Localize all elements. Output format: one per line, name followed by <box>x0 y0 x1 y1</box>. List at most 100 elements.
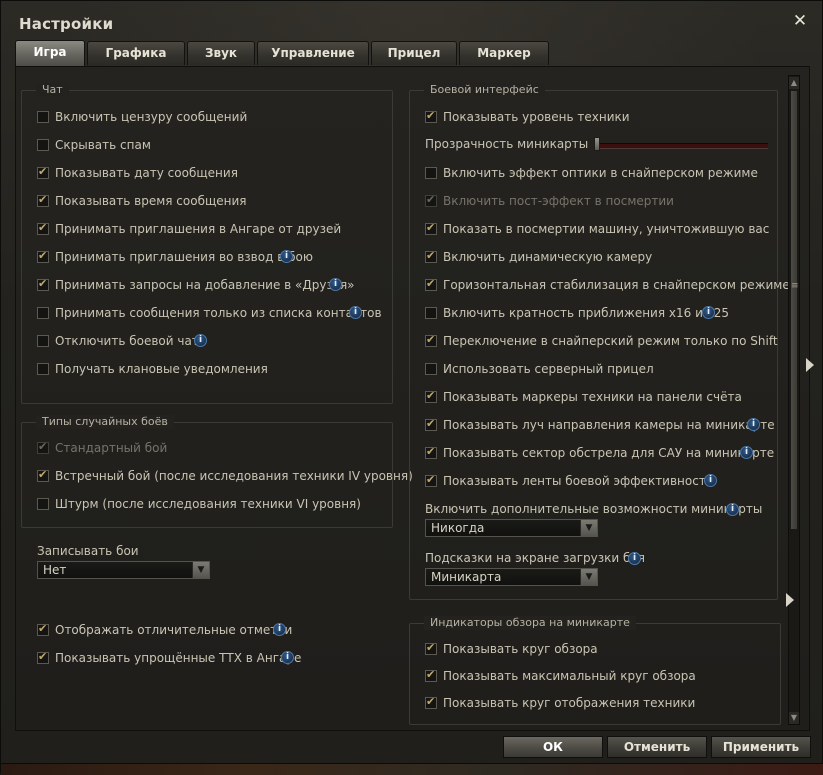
checkbox[interactable] <box>425 363 437 375</box>
info-icon[interactable]: i <box>280 250 293 263</box>
loading-hints-dropdown-value: Миникарта <box>431 570 502 584</box>
close-icon[interactable]: ✕ <box>792 13 808 30</box>
checkbox-label: Показывать время сообщения <box>55 194 247 208</box>
checkbox[interactable] <box>425 695 437 709</box>
checkbox-label: Показывать максимальный круг обзора <box>443 669 696 683</box>
info-icon[interactable]: i <box>704 474 717 487</box>
checkbox[interactable] <box>425 389 437 403</box>
info-icon[interactable]: i <box>747 418 760 431</box>
scroll-grip-icon: ≡ <box>791 281 799 291</box>
checkbox-label: Включить цензуру сообщений <box>55 110 248 124</box>
minimap-transparency-slider-handle[interactable] <box>594 137 600 151</box>
checkbox[interactable] <box>37 650 49 664</box>
checkbox-label: Показывать ленты боевой эффективности <box>443 474 714 488</box>
tab-controls[interactable]: Управление <box>257 41 369 65</box>
chevron-down-icon: ▼ <box>580 520 597 536</box>
checkbox-label: Показывать луч направления камеры на мин… <box>443 418 775 432</box>
minimap-transparency-label: Прозрачность миникарты <box>425 137 589 151</box>
checkbox[interactable] <box>37 165 49 179</box>
ok-button[interactable]: ОК <box>503 736 603 758</box>
tab-marker[interactable]: Маркер <box>459 41 549 65</box>
settings-window: Настройки ✕ Игра Графика Звук Управление… <box>0 0 823 775</box>
minimap-transparency-slider-track[interactable] <box>598 143 768 149</box>
checkbox-label: Принимать приглашения во взвод в бою <box>55 250 313 264</box>
checkbox-label: Отключить боевой чат <box>55 334 199 348</box>
checkbox[interactable] <box>37 498 49 510</box>
tab-graphics[interactable]: Графика <box>87 41 185 65</box>
checkbox-label: Принимать приглашения в Ангаре от друзей <box>55 222 342 236</box>
checkbox-label: Включить эффект оптики в снайперском реж… <box>443 166 758 180</box>
checkbox-label: Встречный бой (после исследования техник… <box>55 469 413 483</box>
checkbox[interactable] <box>425 668 437 682</box>
minimap-indicators-group-title: Индикаторы обзора на миникарте <box>424 616 636 630</box>
scroll-up-icon[interactable]: ▲ <box>789 77 799 89</box>
scrollbar[interactable]: ▲ ≡ ▼ <box>788 75 800 725</box>
checkbox[interactable] <box>425 473 437 487</box>
checkbox[interactable] <box>425 333 437 347</box>
checkbox[interactable] <box>37 468 49 482</box>
replays-dropdown-value: Нет <box>43 563 67 577</box>
scroll-down-icon[interactable]: ▼ <box>789 712 799 724</box>
info-icon[interactable]: i <box>702 306 715 319</box>
checkbox-label: Показывать сектор обстрела для САУ на ми… <box>443 446 775 460</box>
checkbox[interactable] <box>425 417 437 431</box>
checkbox-label: Показывать маркеры техники на панели счё… <box>443 390 742 404</box>
checkbox-label: Включить кратность приближения x16 и x25 <box>443 306 730 320</box>
cancel-button[interactable]: Отменить <box>607 736 707 758</box>
battle-types-group-title: Типы случайных боёв <box>36 415 174 429</box>
minimap-extra-label: Включить дополнительные возможности мини… <box>425 502 763 516</box>
info-icon[interactable]: i <box>349 306 362 319</box>
checkbox[interactable] <box>425 277 437 291</box>
info-icon[interactable]: i <box>281 651 294 664</box>
checkbox[interactable] <box>37 221 49 235</box>
checkbox-label: Принимать запросы на добавление в «Друзь… <box>55 278 355 292</box>
info-icon[interactable]: i <box>194 334 207 347</box>
minimap-extra-dropdown[interactable]: Никогда ▼ <box>425 519 598 537</box>
info-icon[interactable]: i <box>628 552 641 565</box>
loading-hints-label: Подсказки на экране загрузки боя <box>425 551 645 565</box>
checkbox[interactable] <box>37 277 49 291</box>
checkbox[interactable] <box>37 111 49 123</box>
cursor-arrow-icon <box>806 358 814 372</box>
checkbox <box>425 193 437 207</box>
checkbox[interactable] <box>425 641 437 655</box>
checkbox[interactable] <box>425 109 437 123</box>
chevron-down-icon: ▼ <box>192 562 209 578</box>
checkbox[interactable] <box>425 167 437 179</box>
tab-game[interactable]: Игра <box>15 40 85 66</box>
checkbox[interactable] <box>37 139 49 151</box>
checkbox-label: Получать клановые уведомления <box>55 362 268 376</box>
checkbox[interactable] <box>37 622 49 636</box>
tab-sound[interactable]: Звук <box>187 41 255 65</box>
chat-group-title: Чат <box>36 83 69 97</box>
loading-hints-dropdown[interactable]: Миникарта ▼ <box>425 568 598 586</box>
checkbox[interactable] <box>425 307 437 319</box>
checkbox[interactable] <box>37 335 49 347</box>
checkbox[interactable] <box>425 221 437 235</box>
chevron-down-icon: ▼ <box>580 569 597 585</box>
checkbox[interactable] <box>37 307 49 319</box>
checkbox[interactable] <box>37 249 49 263</box>
checkbox-label: Скрывать спам <box>55 138 151 152</box>
checkbox-label: Показывать упрощённые ТТХ в Ангаре <box>55 651 302 665</box>
scroll-thumb[interactable]: ≡ <box>790 90 799 530</box>
checkbox-label: Отображать отличительные отметки <box>55 623 293 637</box>
checkbox-label: Переключение в снайперский режим только … <box>443 334 778 348</box>
info-icon[interactable]: i <box>329 278 342 291</box>
info-icon[interactable]: i <box>273 623 286 636</box>
checkbox[interactable] <box>425 445 437 459</box>
window-title: Настройки <box>19 15 114 33</box>
info-icon[interactable]: i <box>726 503 739 516</box>
apply-button[interactable]: Применить <box>711 736 811 758</box>
checkbox-label: Горизонтальная стабилизация в снайперско… <box>443 278 790 292</box>
checkbox-label: Показать в посмертии машину, уничтожившу… <box>443 222 770 236</box>
checkbox[interactable] <box>37 193 49 207</box>
checkbox-label: Стандартный бой <box>55 441 168 455</box>
checkbox[interactable] <box>425 249 437 263</box>
tab-reticle[interactable]: Прицел <box>371 41 457 65</box>
checkbox[interactable] <box>37 363 49 375</box>
info-icon[interactable]: i <box>740 446 753 459</box>
replays-dropdown[interactable]: Нет ▼ <box>37 561 210 579</box>
checkbox-label: Показывать уровень техники <box>443 110 630 124</box>
checkbox-label: Показывать круг отображения техники <box>443 696 696 710</box>
